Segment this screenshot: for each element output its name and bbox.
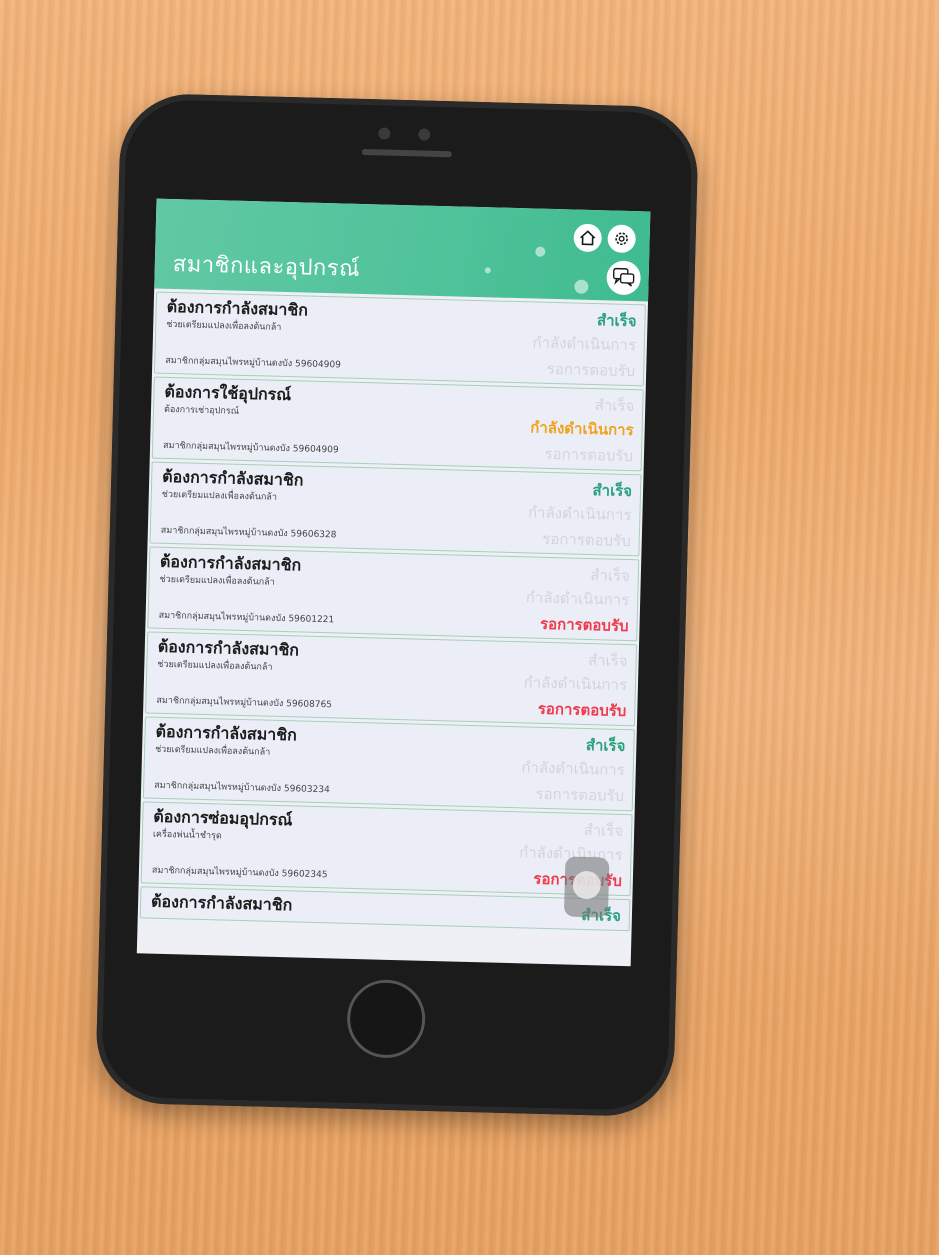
request-card[interactable]: ต้องการกำลังสมาชิก ช่วยเตรียมแปลงเพื่อลง… xyxy=(142,716,635,812)
status-waiting: รอการตอบรับ xyxy=(546,361,636,381)
status-waiting: รอการตอบรับ xyxy=(535,786,625,806)
request-card[interactable]: ต้องการกำลังสมาชิก ช่วยเตรียมแปลงเพื่อลง… xyxy=(147,546,640,642)
chat-icon xyxy=(612,267,635,287)
status-success: สำเร็จ xyxy=(585,737,626,756)
card-title: ต้องการกำลังสมาชิก xyxy=(150,893,293,915)
request-card[interactable]: ต้องการกำลังสมาชิก ช่วยเตรียมแปลงเพื่อลง… xyxy=(145,631,638,727)
status-success: สำเร็จ xyxy=(596,313,637,331)
card-member: สมาชิกกลุ่มสมุนไพรหมู่บ้านดงบัง 59604909 xyxy=(162,440,339,456)
home-button[interactable] xyxy=(573,223,603,253)
settings-button[interactable] xyxy=(607,224,637,254)
proximity-sensor xyxy=(418,128,431,141)
gear-icon xyxy=(615,232,628,246)
phone-device: สมาชิกและอุปกรณ์ ต้องการกำลังสมาชิก ช่วย… xyxy=(94,92,700,1118)
request-card[interactable]: ต้องการกำลังสมาชิก ช่วยเตรียมแปลงเพื่อลง… xyxy=(149,461,642,557)
decor-dot xyxy=(535,246,546,257)
home-icon xyxy=(580,230,596,246)
status-progress: กำลังดำเนินการ xyxy=(532,335,637,355)
decor-dot xyxy=(484,267,491,274)
app-header: สมาชิกและอุปกรณ์ xyxy=(154,198,651,302)
card-member: สมาชิกกลุ่มสมุนไพรหมู่บ้านดงบัง 59608765 xyxy=(156,695,333,711)
status-progress: กำลังดำเนินการ xyxy=(525,590,630,610)
card-member: สมาชิกกลุ่มสมุนไพรหมู่บ้านดงบัง 59602345 xyxy=(151,865,328,881)
status-progress: กำลังดำเนินการ xyxy=(521,760,625,780)
card-subtitle: ช่วยเตรียมแปลงเพื่อลงต้นกล้า xyxy=(159,574,275,588)
card-subtitle: ช่วยเตรียมแปลงเพื่อลงต้นกล้า xyxy=(161,489,278,503)
request-card[interactable]: ต้องการซ่อมอุปกรณ์ เครื่องพ่นน้ำชำรุด สม… xyxy=(140,801,633,897)
decor-dot xyxy=(574,279,589,294)
assistive-touch-button[interactable] xyxy=(563,856,610,918)
status-success: สำเร็จ xyxy=(592,483,633,501)
card-member: สมาชิกกลุ่มสมุนไพรหมู่บ้านดงบัง 59603234 xyxy=(154,780,330,796)
request-card[interactable]: ต้องการกำลังสมาชิก ช่วยเตรียมแปลงเพื่อลง… xyxy=(153,291,646,387)
chat-button[interactable] xyxy=(606,260,642,296)
status-success: สำเร็จ xyxy=(594,398,635,416)
card-subtitle: ช่วยเตรียมแปลงเพื่อลงต้นกล้า xyxy=(154,744,271,758)
card-subtitle: ต้องการเช่าอุปกรณ์ xyxy=(163,404,240,417)
status-waiting: รอการตอบรับ xyxy=(542,531,631,551)
assistive-touch-icon xyxy=(572,870,602,900)
status-waiting: รอการตอบรับ xyxy=(544,446,634,466)
card-member: สมาชิกกลุ่มสมุนไพรหมู่บ้านดงบัง 59606328 xyxy=(160,525,337,541)
status-waiting: รอการตอบรับ xyxy=(537,701,627,721)
status-success: สำเร็จ xyxy=(583,822,624,840)
status-progress: กำลังดำเนินการ xyxy=(527,505,632,525)
status-success: สำเร็จ xyxy=(587,653,628,671)
card-subtitle: เครื่องพ่นน้ำชำรุด xyxy=(152,829,222,842)
page-title: สมาชิกและอุปกรณ์ xyxy=(172,251,361,281)
card-member: สมาชิกกลุ่มสมุนไพรหมู่บ้านดงบัง 59601221 xyxy=(158,610,335,626)
status-success: สำเร็จ xyxy=(590,568,631,586)
card-subtitle: ช่วยเตรียมแปลงเพื่อลงต้นกล้า xyxy=(157,659,273,673)
app-screen: สมาชิกและอุปกรณ์ ต้องการกำลังสมาชิก ช่วย… xyxy=(136,198,651,967)
earpiece-speaker xyxy=(361,148,452,158)
request-card[interactable]: ต้องการใช้อุปกรณ์ ต้องการเช่าอุปกรณ์ สมา… xyxy=(151,376,644,472)
request-list: ต้องการกำลังสมาชิก ช่วยเตรียมแปลงเพื่อลง… xyxy=(138,291,648,932)
status-progress: กำลังดำเนินการ xyxy=(530,420,634,440)
status-progress: กำลังดำเนินการ xyxy=(523,675,628,695)
card-member: สมาชิกกลุ่มสมุนไพรหมู่บ้านดงบัง 59604909 xyxy=(165,355,341,371)
status-waiting: รอการตอบรับ xyxy=(539,616,629,636)
home-hardware-button[interactable] xyxy=(346,978,427,1059)
front-camera xyxy=(378,127,391,140)
card-subtitle: ช่วยเตรียมแปลงเพื่อลงต้นกล้า xyxy=(166,319,282,333)
